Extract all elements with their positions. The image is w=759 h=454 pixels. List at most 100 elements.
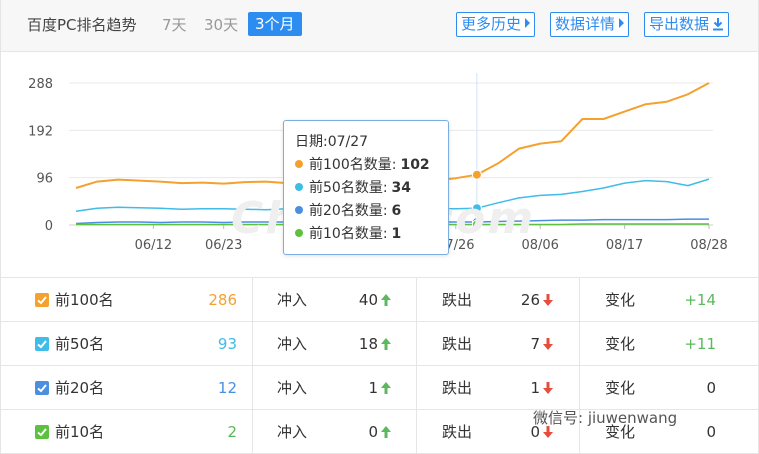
series-dot-icon <box>295 206 303 214</box>
export-data-button[interactable]: 导出数据 <box>644 12 730 37</box>
y-tick-label: 288 <box>28 77 53 92</box>
column-divider <box>416 278 417 322</box>
in-label: 冲入 <box>277 335 308 353</box>
in-value: 18 <box>341 322 391 366</box>
column-divider <box>579 366 580 410</box>
arrow-up-icon <box>381 338 391 350</box>
column-divider <box>252 322 253 366</box>
y-tick-label: 96 <box>36 172 53 187</box>
out-number: 1 <box>530 379 540 397</box>
tooltip-value: 1 <box>391 226 402 242</box>
column-divider <box>252 410 253 454</box>
more-history-label: 更多历史 <box>461 15 522 33</box>
row-label: 前20名 <box>55 379 105 397</box>
arrow-down-icon <box>543 294 553 306</box>
series-checkbox[interactable] <box>35 337 49 351</box>
export-data-label: 导出数据 <box>649 15 710 33</box>
caret-right-icon <box>525 18 531 28</box>
in-number: 40 <box>358 291 378 309</box>
tooltip-date: 日期:07/27 <box>295 134 369 150</box>
range-30d-tab[interactable]: 30天 <box>204 14 238 35</box>
out-label: 跌出 <box>442 423 473 441</box>
out-label: 跌出 <box>442 335 473 353</box>
column-divider <box>252 278 253 322</box>
hover-point <box>471 169 482 180</box>
change-label: 变化 <box>605 335 636 353</box>
out-value: 1 <box>503 366 553 410</box>
series-dot-icon <box>295 229 303 237</box>
tooltip-label: 前10名数量: <box>309 226 388 242</box>
table-row: 前50名 93 冲入 18 跌出 7 变化 +11 <box>1 322 758 366</box>
chart-tooltip: 日期:07/27 前100名数量: 102 前50名数量: 34 前20名数量: 6 … <box>283 120 449 255</box>
in-number: 1 <box>368 379 378 397</box>
in-number: 18 <box>358 335 378 353</box>
row-count: 286 <box>208 291 237 309</box>
arrow-down-icon <box>543 382 553 394</box>
table-row: 前20名 12 冲入 1 跌出 1 变化 0 <box>1 366 758 410</box>
out-label: 跌出 <box>442 291 473 309</box>
arrow-down-icon <box>543 338 553 350</box>
column-divider <box>252 366 253 410</box>
checkmark-icon <box>37 340 47 349</box>
series-checkbox[interactable] <box>35 425 49 439</box>
row-count: 12 <box>217 379 237 397</box>
tooltip-label: 前20名数量: <box>309 203 388 219</box>
in-label: 冲入 <box>277 423 308 441</box>
tooltip-row: 前10名数量: 1 <box>295 223 448 246</box>
arrow-up-icon <box>381 426 391 438</box>
row-label: 前50名 <box>55 335 105 353</box>
series-dot-icon <box>295 183 303 191</box>
arrow-up-icon <box>381 382 391 394</box>
tooltip-value: 6 <box>391 203 402 219</box>
row-label: 前10名 <box>55 423 105 441</box>
x-tick-label: 06/12 <box>135 238 172 253</box>
tooltip-value: 34 <box>391 180 412 196</box>
in-value: 1 <box>341 366 391 410</box>
rank-trend-panel: 百度PC排名趋势 7天 30天 3个月 更多历史 数据详情 导出数据 China… <box>0 0 759 454</box>
out-value: 26 <box>503 278 553 322</box>
x-tick-label: 08/17 <box>606 238 643 253</box>
out-number: 26 <box>520 291 540 309</box>
panel-title: 百度PC排名趋势 <box>27 16 137 34</box>
range-3m-tab[interactable]: 3个月 <box>248 12 302 36</box>
change-label: 变化 <box>605 379 636 397</box>
column-divider <box>579 278 580 322</box>
panel-header: 百度PC排名趋势 7天 30天 3个月 更多历史 数据详情 导出数据 <box>1 0 758 52</box>
more-history-button[interactable]: 更多历史 <box>456 12 536 37</box>
x-tick-label: 08/28 <box>690 238 727 253</box>
arrow-up-icon <box>381 294 391 306</box>
change-value: +14 <box>684 291 716 309</box>
column-divider <box>416 410 417 454</box>
out-number: 7 <box>530 335 540 353</box>
range-7d-tab[interactable]: 7天 <box>162 14 187 35</box>
wechat-watermark: 微信号: jiuwenwang <box>533 409 678 427</box>
change-value: +11 <box>684 335 716 353</box>
in-value: 0 <box>341 410 391 454</box>
in-label: 冲入 <box>277 291 308 309</box>
series-checkbox[interactable] <box>35 293 49 307</box>
download-icon <box>713 18 724 31</box>
tooltip-row: 前100名数量: 102 <box>295 154 448 177</box>
data-details-label: 数据详情 <box>555 15 616 33</box>
tooltip-label: 前100名数量: <box>309 157 397 173</box>
out-value: 7 <box>503 322 553 366</box>
tooltip-row: 前20名数量: 6 <box>295 200 448 223</box>
checkmark-icon <box>37 428 47 437</box>
in-label: 冲入 <box>277 379 308 397</box>
tooltip-value: 102 <box>400 157 430 173</box>
y-tick-label: 0 <box>45 219 53 234</box>
tooltip-row: 前50名数量: 34 <box>295 177 448 200</box>
column-divider <box>416 366 417 410</box>
change-label: 变化 <box>605 291 636 309</box>
row-label: 前100名 <box>55 291 114 309</box>
change-value: 0 <box>706 379 716 397</box>
in-value: 40 <box>341 278 391 322</box>
data-details-button[interactable]: 数据详情 <box>550 12 630 37</box>
checkmark-icon <box>37 384 47 393</box>
checkmark-icon <box>37 296 47 305</box>
tooltip-label: 前50名数量: <box>309 180 388 196</box>
series-checkbox[interactable] <box>35 381 49 395</box>
table-row: 前100名 286 冲入 40 跌出 26 变化 +14 <box>1 278 758 322</box>
y-tick-label: 192 <box>28 124 53 139</box>
column-divider <box>579 322 580 366</box>
